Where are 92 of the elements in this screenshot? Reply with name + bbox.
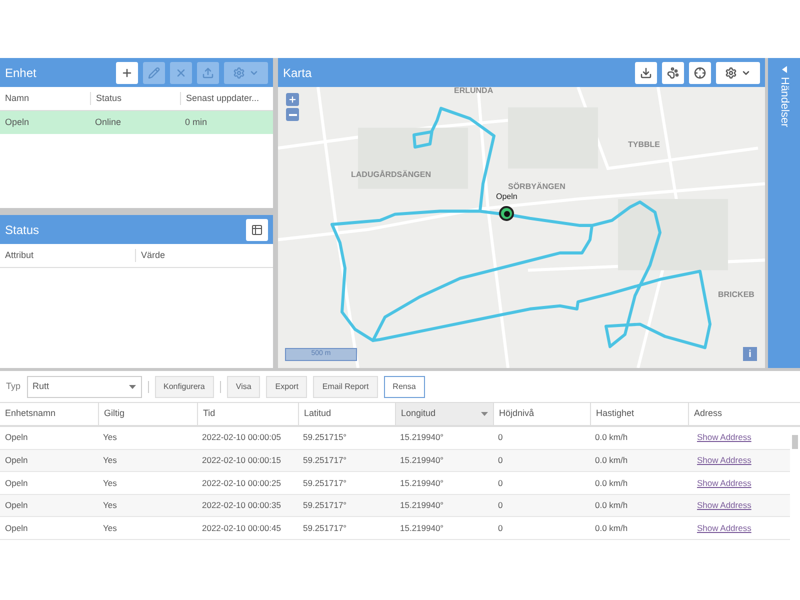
download-icon [640, 66, 652, 78]
table-toggle-button[interactable] [246, 218, 268, 240]
table-cell-text: 15.219940° [399, 476, 445, 490]
place-label: SÖRBYÄNGEN [508, 181, 566, 193]
table-cell-text: 0 [497, 499, 504, 512]
table-icon [251, 224, 263, 236]
locate-button[interactable] [689, 62, 711, 84]
sidebar-title: Händelser [777, 77, 792, 128]
report-button[interactable]: Export [266, 376, 308, 398]
place-label: BRICKEB [718, 289, 754, 301]
table-cell-text: 59.251715° [302, 431, 348, 444]
table-cell-text: 15.219940° [399, 454, 445, 467]
zoom-in-button[interactable] [286, 93, 299, 106]
show-address-link[interactable]: Show Address [688, 454, 790, 467]
show-address-link[interactable]: Show Address [688, 431, 790, 444]
paw-button[interactable] [662, 62, 684, 84]
plus-icon [121, 66, 133, 78]
panel-title: Status [5, 222, 40, 238]
table-cell-text: 0 [497, 476, 504, 490]
column-header[interactable]: Namn [0, 92, 90, 106]
table-cell-text: Opeln [4, 476, 29, 490]
plus-icon [288, 95, 297, 104]
add-button[interactable] [116, 62, 138, 84]
type-select[interactable]: Rutt [26, 376, 142, 398]
table-cell-text: Yes [102, 522, 118, 535]
settings-button[interactable] [716, 62, 760, 84]
place-label: TYBBLE [628, 139, 660, 151]
settings-icon [233, 66, 245, 78]
place-label: ERLUNDA [454, 87, 494, 97]
type-label: Typ [6, 380, 21, 393]
crosshair-icon [694, 66, 706, 78]
table-cell-text: Yes [102, 454, 118, 467]
table-cell-text: Yes [102, 476, 118, 490]
table-cell-text: 2022-02-10 00:00:25 [201, 476, 282, 490]
table-cell-text: 0 [497, 431, 504, 444]
marker-label: Opeln [496, 191, 518, 203]
table-cell-text: Yes [102, 499, 118, 512]
table-cell-text: 59.251717° [302, 499, 348, 512]
device-row[interactable]: Opeln Online 0 min [0, 111, 273, 134]
pencil-icon [148, 66, 160, 78]
table-cell-text: 0 min [184, 116, 208, 129]
table-cell-text: 15.219940° [399, 499, 445, 512]
table-cell-text: Yes [102, 431, 118, 444]
show-address-link[interactable]: Show Address [688, 476, 790, 490]
table-cell-text: 0.0 km/h [594, 431, 629, 444]
table-cell-text: Online [94, 116, 122, 129]
column-header[interactable]: Status [90, 92, 180, 106]
report-button[interactable]: Rensa [384, 376, 425, 398]
caret-icon [128, 384, 136, 388]
table-cell-text: Opeln [4, 431, 29, 444]
table-cell-text: 59.251717° [302, 476, 348, 490]
column-header[interactable]: Longitud [395, 403, 493, 425]
sort-caret-icon [481, 412, 488, 416]
table-cell-text: 0.0 km/h [594, 499, 629, 512]
table-cell-text: 0.0 km/h [594, 476, 629, 490]
table-cell-text: 15.219940° [399, 522, 445, 535]
place-label: LADUGÅRDSÄNGEN [351, 169, 431, 181]
table-cell-text: 0 [497, 522, 504, 535]
zoom-out-button[interactable] [286, 108, 299, 121]
table-cell-text: 2022-02-10 00:00:05 [201, 431, 282, 444]
upload-icon [202, 66, 214, 78]
panel-title: Enhet [5, 64, 36, 82]
panel-title: Karta [283, 64, 312, 82]
table-cell-text: 0.0 km/h [594, 522, 629, 535]
table-cell-text: 59.251717° [302, 522, 348, 535]
report-row[interactable]: Opeln Yes 2022-02-10 00:00:15 59.251717° 15.219940° 0 0.0 km/h Show Address [0, 450, 790, 472]
table-cell-text: Opeln [4, 522, 29, 535]
table-cell-text: Opeln [4, 116, 30, 129]
table-cell-text: 2022-02-10 00:00:15 [201, 454, 282, 467]
close-icon [175, 66, 187, 78]
settings-icon [725, 66, 737, 78]
paw-icon [667, 66, 679, 78]
table-cell-text: 59.251717° [302, 454, 348, 467]
report-button[interactable]: Email Report [313, 376, 378, 398]
table-cell-text: 2022-02-10 00:00:35 [201, 499, 282, 512]
show-address-link[interactable]: Show Address [688, 522, 790, 535]
table-cell-text: 2022-02-10 00:00:45 [201, 522, 282, 535]
column-header[interactable]: Senast uppdater... [180, 92, 273, 106]
collapse-caret-icon [782, 66, 786, 73]
column-header[interactable]: Värde [135, 248, 273, 262]
table-cell-text: Opeln [4, 454, 29, 467]
minus-icon [288, 114, 296, 116]
report-button[interactable]: Konfigurera [154, 376, 214, 398]
show-address-link[interactable]: Show Address [688, 499, 790, 512]
table-cell-text: 0.0 km/h [594, 454, 629, 467]
table-cell-text: 15.219940° [399, 431, 445, 444]
table-cell-text: Opeln [4, 499, 29, 512]
report-row[interactable]: Opeln Yes 2022-02-10 00:00:35 59.251717° 15.219940° 0 0.0 km/h Show Address [0, 494, 790, 518]
table-cell-text: 0 [497, 454, 504, 467]
report-button[interactable]: Visa [226, 376, 260, 398]
column-header[interactable]: Attribut [0, 248, 135, 262]
download-button[interactable] [635, 62, 657, 84]
